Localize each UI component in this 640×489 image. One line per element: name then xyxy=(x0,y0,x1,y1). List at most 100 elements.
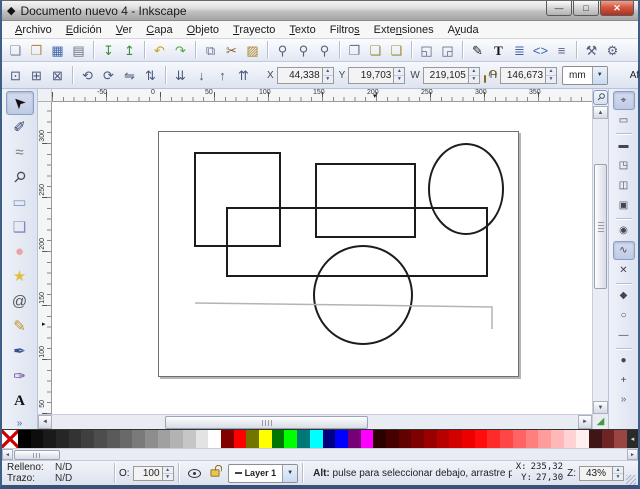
layer-lock-icon[interactable] xyxy=(210,469,219,476)
palette-swatch[interactable] xyxy=(81,430,94,448)
palette-swatch[interactable] xyxy=(411,430,424,448)
palette-swatch[interactable] xyxy=(43,430,56,448)
snap-object-centers-button[interactable]: ● xyxy=(613,351,635,370)
canvas-shape-square-1[interactable] xyxy=(195,153,280,246)
palette-swatch[interactable] xyxy=(272,430,285,448)
h-spinner[interactable]: ▲▼ xyxy=(546,67,557,84)
palette-swatch[interactable] xyxy=(94,430,107,448)
palette-swatch[interactable] xyxy=(221,430,234,448)
palette-swatch[interactable] xyxy=(284,430,297,448)
palette-swatch[interactable] xyxy=(107,430,120,448)
w-spinner[interactable]: ▲▼ xyxy=(469,67,480,84)
snap-paths-button[interactable]: ∿ xyxy=(613,241,635,260)
canvas-shape-circle-1[interactable] xyxy=(314,246,412,344)
palette-swatch[interactable] xyxy=(602,430,615,448)
undo-button[interactable]: ↶ xyxy=(149,40,170,60)
zoom-spinner[interactable]: ▲▼ xyxy=(613,466,624,481)
fill-stroke-indicator[interactable]: Relleno:N/D Trazo:N/D xyxy=(4,462,110,484)
minimize-button[interactable]: — xyxy=(546,1,572,16)
raise-button[interactable]: ↑ xyxy=(212,65,233,85)
palette-swatch[interactable] xyxy=(56,430,69,448)
scroll-down-icon[interactable]: ▼ xyxy=(593,401,608,414)
palette-swatch[interactable] xyxy=(386,430,399,448)
export-document-button[interactable]: ↥ xyxy=(119,40,140,60)
lock-ratio-icon[interactable] xyxy=(484,75,486,83)
tweak-tool-button[interactable]: ≈ xyxy=(6,141,34,165)
spiral-tool-button[interactable]: @ xyxy=(6,290,34,314)
menu-ayuda[interactable]: Ayuda xyxy=(441,23,486,37)
h-input[interactable] xyxy=(500,67,546,84)
palette-swatch[interactable] xyxy=(208,430,221,448)
snap-smooth-nodes-button[interactable]: ○ xyxy=(613,306,635,325)
palette-scrollbar[interactable]: ◄ ► xyxy=(2,448,638,460)
palette-swatch[interactable] xyxy=(323,430,336,448)
duplicate-button[interactable]: ❐ xyxy=(344,40,365,60)
snap-rotation-center-button[interactable]: + xyxy=(613,371,635,390)
snap-bbox-corners-button[interactable]: ◳ xyxy=(613,156,635,175)
canvas-shape-rectangle-large[interactable] xyxy=(227,208,487,276)
layers-dialog-button[interactable]: ≣ xyxy=(509,40,530,60)
palette-swatch[interactable] xyxy=(132,430,145,448)
palette-swatch[interactable] xyxy=(183,430,196,448)
vertical-ruler[interactable]: 30025020015010050▸ xyxy=(38,102,52,414)
toolbox-overflow[interactable]: » xyxy=(17,418,23,429)
palette-swatch[interactable] xyxy=(361,430,374,448)
layer-dropdown[interactable]: Layer 1 ▼ xyxy=(228,464,299,483)
menu-archivo[interactable]: Archivo xyxy=(8,23,59,37)
palette-swatch[interactable] xyxy=(310,430,323,448)
text-dialog-button[interactable]: T xyxy=(488,40,509,60)
fill-stroke-dialog-button[interactable]: ✎ xyxy=(467,40,488,60)
deselect-button[interactable]: ⊠ xyxy=(47,65,68,85)
color-managed-display-icon[interactable]: ◢ xyxy=(597,416,605,427)
menu-edicion[interactable]: Edición xyxy=(59,23,109,37)
inkscape-preferences-button[interactable]: ⚒ xyxy=(581,40,602,60)
snap-bbox-edges-button[interactable]: ▬ xyxy=(613,136,635,155)
palette-swatch[interactable] xyxy=(335,430,348,448)
zoom-tool-button[interactable]: ⚲ xyxy=(6,166,34,190)
menu-objeto[interactable]: Objeto xyxy=(180,23,226,37)
rotate-cw-button[interactable]: ⟳ xyxy=(98,65,119,85)
xml-editor-button[interactable]: <> xyxy=(530,40,551,60)
align-dialog-button[interactable]: ≡ xyxy=(551,40,572,60)
lower-to-bottom-button[interactable]: ⇊ xyxy=(170,65,191,85)
palette-scroll-left-icon[interactable]: ◄ xyxy=(2,449,13,460)
lower-button[interactable]: ↓ xyxy=(191,65,212,85)
palette-scroll-right-icon[interactable]: ► xyxy=(627,449,638,460)
select-all-button[interactable]: ⊡ xyxy=(5,65,26,85)
palette-swatch[interactable] xyxy=(551,430,564,448)
horizontal-scrollbar[interactable]: ◄ ► xyxy=(38,414,592,429)
flip-vertical-button[interactable]: ⇅ xyxy=(140,65,161,85)
ungroup-button[interactable]: ◲ xyxy=(437,40,458,60)
palette-swatch[interactable] xyxy=(196,430,209,448)
x-input[interactable] xyxy=(277,67,323,84)
palette-swatch[interactable] xyxy=(18,430,31,448)
node-tool-button[interactable]: ✐ xyxy=(6,116,34,140)
menu-trayecto[interactable]: Trayecto xyxy=(226,23,282,37)
open-document-button[interactable]: ❒ xyxy=(26,40,47,60)
maximize-button[interactable]: □ xyxy=(573,1,599,16)
palette-swatch[interactable] xyxy=(538,430,551,448)
selector-tool-button[interactable]: ➤ xyxy=(6,91,34,115)
text-tool-button[interactable]: A xyxy=(6,389,34,413)
vertical-scroll-track[interactable] xyxy=(593,119,608,401)
snap-nodes-button[interactable]: ◉ xyxy=(613,221,635,240)
palette-swatch[interactable] xyxy=(449,430,462,448)
snap-path-intersections-button[interactable]: ✕ xyxy=(613,261,635,280)
document-properties-button[interactable]: ⚙ xyxy=(602,40,623,60)
y-spinner[interactable]: ▲▼ xyxy=(394,67,405,84)
ellipse-tool-button[interactable]: ● xyxy=(6,240,34,264)
horizontal-scroll-thumb[interactable] xyxy=(165,416,368,429)
snap-bounding-box-button[interactable]: ▭ xyxy=(613,111,635,130)
palette-swatch[interactable] xyxy=(500,430,513,448)
snap-bbox-edge-midpoints-button[interactable]: ◫ xyxy=(613,176,635,195)
unlink-clone-button[interactable]: ❑ xyxy=(386,40,407,60)
palette-swatch[interactable] xyxy=(246,430,259,448)
zoom-drawing-button[interactable]: ⚲ xyxy=(293,40,314,60)
palette-overflow-arrow[interactable]: ◂ xyxy=(627,430,638,448)
menu-ver[interactable]: Ver xyxy=(109,23,140,37)
palette-swatch[interactable] xyxy=(462,430,475,448)
palette-swatch[interactable] xyxy=(399,430,412,448)
unit-dropdown[interactable]: mm ▼ xyxy=(562,66,608,85)
canvas-shape-ellipse-1[interactable] xyxy=(429,144,503,234)
print-document-button[interactable]: ▤ xyxy=(68,40,89,60)
